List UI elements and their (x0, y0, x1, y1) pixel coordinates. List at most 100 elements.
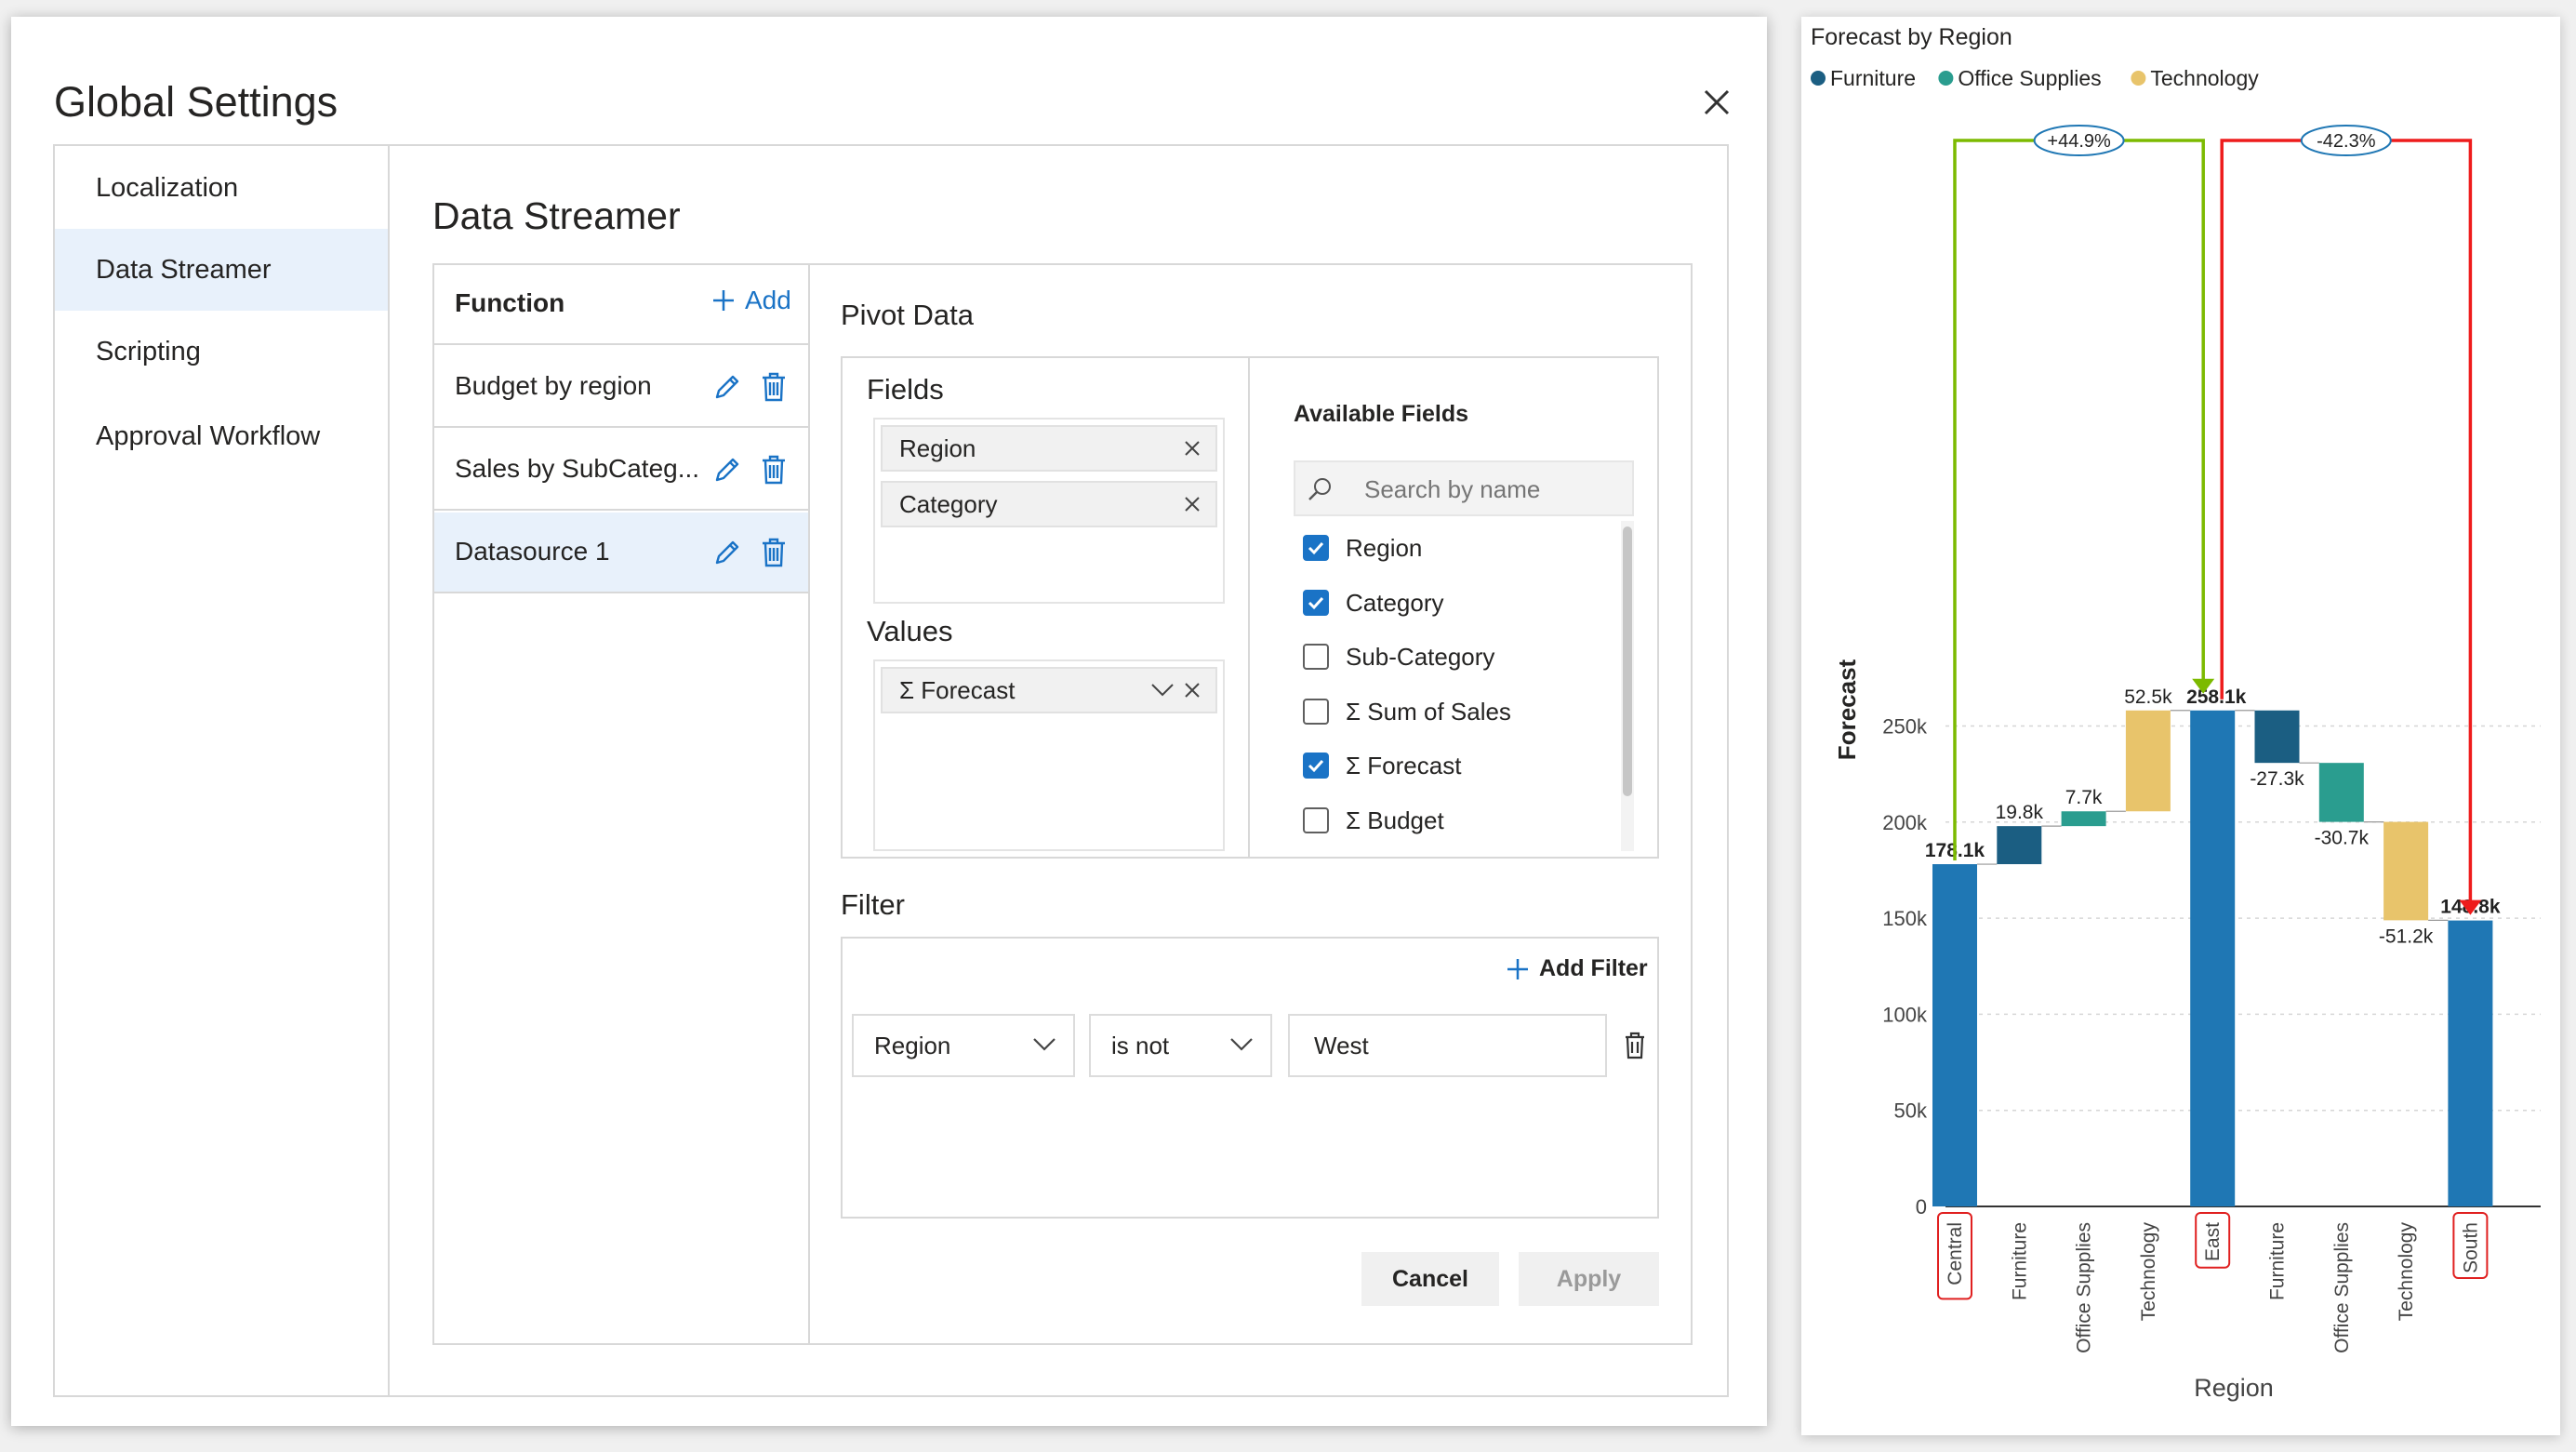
available-field-forecast[interactable]: Σ Forecast (1303, 747, 1461, 784)
data-label: 52.5k (2124, 686, 2172, 708)
filter-title: Filter (841, 888, 905, 921)
x-tick-label: Office Supplies (2074, 1222, 2095, 1353)
search-box (1294, 460, 1634, 516)
legend-label: Technology (2150, 66, 2259, 90)
field-chip-region[interactable]: Region (881, 425, 1217, 472)
values-title: Values (867, 615, 953, 647)
scrollbar-thumb[interactable] (1623, 526, 1632, 796)
value-chip-label: Σ Forecast (899, 676, 1016, 704)
checkmark-icon (1308, 541, 1324, 555)
value-chip-forecast[interactable]: Σ Forecast (881, 667, 1217, 713)
function-list-header: Function Add (434, 265, 808, 345)
close-icon[interactable] (1700, 86, 1733, 119)
pivot-data-section: Pivot Data Fields Region Category Values… (810, 265, 1691, 1343)
function-item-active[interactable]: Datasource 1 (434, 513, 808, 593)
page-title: Data Streamer (432, 194, 681, 237)
pivot-title: Pivot Data (841, 299, 975, 331)
checkbox-checked[interactable] (1303, 753, 1329, 779)
checkbox-unchecked[interactable] (1303, 644, 1329, 670)
available-fields-title: Available Fields (1294, 401, 1469, 427)
nav-item-scripting[interactable]: Scripting (55, 311, 388, 393)
cancel-button[interactable]: Cancel (1361, 1252, 1499, 1306)
scrollbar[interactable] (1621, 521, 1634, 851)
close-icon[interactable] (1182, 680, 1202, 700)
add-function-button[interactable]: Add (711, 286, 791, 315)
x-tick-label: Furniture (2267, 1222, 2289, 1300)
function-item[interactable]: Budget by region (434, 347, 808, 428)
add-filter-button[interactable]: Add Filter (1506, 955, 1648, 982)
y-tick-label: 0 (1916, 1195, 1927, 1219)
available-field-sum-of-sales[interactable]: Σ Sum of Sales (1303, 693, 1511, 730)
trash-icon[interactable] (760, 537, 788, 568)
filter-box: Add Filter Region is not (841, 937, 1659, 1219)
filter-value-input[interactable] (1288, 1014, 1607, 1077)
field-chip-label: Category (899, 490, 998, 518)
settings-nav: Localization Data Streamer Scripting App… (55, 146, 390, 1395)
checkbox-checked[interactable] (1303, 590, 1329, 616)
chevron-down-icon (1230, 1038, 1253, 1051)
close-icon[interactable] (1182, 494, 1202, 514)
waterfall-bar (2318, 763, 2364, 822)
filter-operator-value: is not (1111, 1032, 1170, 1059)
waterfall-bar (2125, 710, 2171, 812)
x-tick-label: South (2460, 1222, 2481, 1273)
chevron-down-icon (1033, 1038, 1056, 1051)
search-icon (1308, 478, 1331, 500)
waterfall-bar (1932, 864, 1977, 1206)
pencil-icon[interactable] (711, 454, 743, 486)
checkbox-label: Category (1346, 588, 1444, 617)
trash-icon[interactable] (760, 371, 788, 403)
plus-icon (713, 290, 734, 311)
y-tick-label: 100k (1882, 1003, 1928, 1026)
nav-item-data-streamer[interactable]: Data Streamer (55, 229, 388, 311)
y-axis-title: Forecast (1833, 659, 1861, 760)
available-field-budget[interactable]: Σ Budget (1303, 802, 1444, 839)
function-item-label: Datasource 1 (455, 537, 610, 566)
fields-title: Fields (867, 373, 944, 406)
close-icon[interactable] (1182, 438, 1202, 459)
available-fields: Available Fields Region (1250, 358, 1657, 857)
filter-operator-select[interactable]: is not (1089, 1014, 1272, 1077)
dialog-body: Localization Data Streamer Scripting App… (53, 144, 1729, 1397)
x-tick-label: Central (1945, 1222, 1966, 1285)
y-tick-label: 250k (1882, 715, 1928, 739)
checkbox-label: Sub-Category (1346, 642, 1495, 671)
filter-field-select[interactable]: Region (852, 1014, 1075, 1077)
trash-icon[interactable] (1624, 1032, 1646, 1059)
function-header-label: Function (455, 288, 565, 317)
checkbox-label: Σ Forecast (1346, 751, 1462, 779)
x-tick-label: Office Supplies (2331, 1222, 2353, 1353)
waterfall-bar (2383, 821, 2429, 921)
legend-marker (2131, 71, 2146, 86)
fields-drop-zone[interactable]: Region Category (873, 418, 1225, 604)
checkbox-unchecked[interactable] (1303, 807, 1329, 833)
y-tick-label: 150k (1882, 907, 1928, 930)
x-axis-title: Region (2194, 1374, 2274, 1402)
available-field-category[interactable]: Category (1303, 584, 1444, 621)
checkmark-icon (1308, 596, 1324, 610)
search-input[interactable] (1364, 472, 1615, 507)
function-item[interactable]: Sales by SubCateg... (434, 430, 808, 511)
data-label: -27.3k (2250, 768, 2304, 790)
available-field-region[interactable]: Region (1303, 529, 1422, 566)
legend-marker (1938, 71, 1954, 86)
field-chip-category[interactable]: Category (881, 481, 1217, 527)
x-tick-label: Technology (2396, 1222, 2417, 1322)
pencil-icon[interactable] (711, 537, 743, 568)
pencil-icon[interactable] (711, 371, 743, 403)
x-tick-label: East (2202, 1222, 2224, 1261)
checkbox-label: Region (1346, 533, 1423, 562)
plus-icon (1507, 958, 1528, 979)
nav-item-localization[interactable]: Localization (55, 147, 388, 229)
chevron-down-icon[interactable] (1150, 682, 1175, 699)
waterfall-chart: Forecast by Region Furniture Office Suppli… (1811, 24, 2541, 1402)
function-item-label: Sales by SubCateg... (455, 454, 700, 483)
checkbox-unchecked[interactable] (1303, 699, 1329, 725)
trash-icon[interactable] (760, 454, 788, 486)
nav-item-approval-workflow[interactable]: Approval Workflow (55, 395, 388, 477)
apply-button[interactable]: Apply (1519, 1252, 1659, 1306)
checkbox-checked[interactable] (1303, 535, 1329, 561)
values-drop-zone[interactable]: Σ Forecast (873, 659, 1225, 851)
data-streamer-panel: Function Add Budget by region Sales by S… (432, 263, 1693, 1345)
available-field-sub-category[interactable]: Sub-Category (1303, 638, 1494, 675)
